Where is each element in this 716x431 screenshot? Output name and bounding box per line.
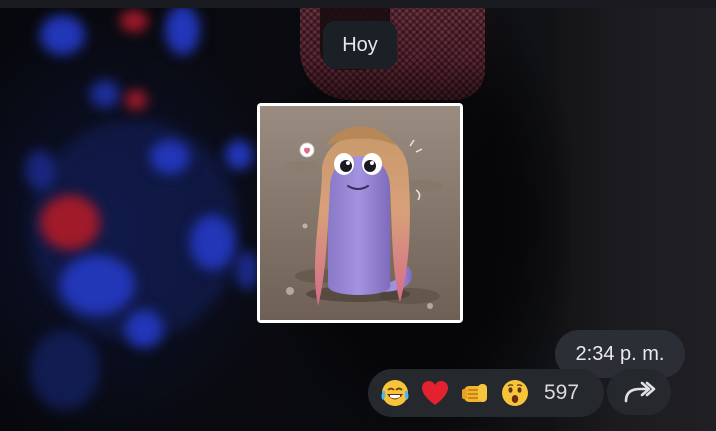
- reactions-bar[interactable]: 597: [368, 369, 604, 417]
- reaction-count: 597: [544, 381, 580, 404]
- astonished-face-emoji[interactable]: [498, 377, 531, 410]
- red-heart-emoji[interactable]: [418, 377, 451, 410]
- date-separator: Hoy: [323, 21, 397, 69]
- forward-arrow-icon: [624, 381, 656, 403]
- oncoming-fist-emoji[interactable]: [458, 377, 491, 410]
- tears-of-joy-emoji[interactable]: [378, 377, 411, 410]
- sticker-message[interactable]: [257, 103, 463, 323]
- hair-worm-sticker: [260, 106, 460, 320]
- forward-button[interactable]: [607, 369, 671, 415]
